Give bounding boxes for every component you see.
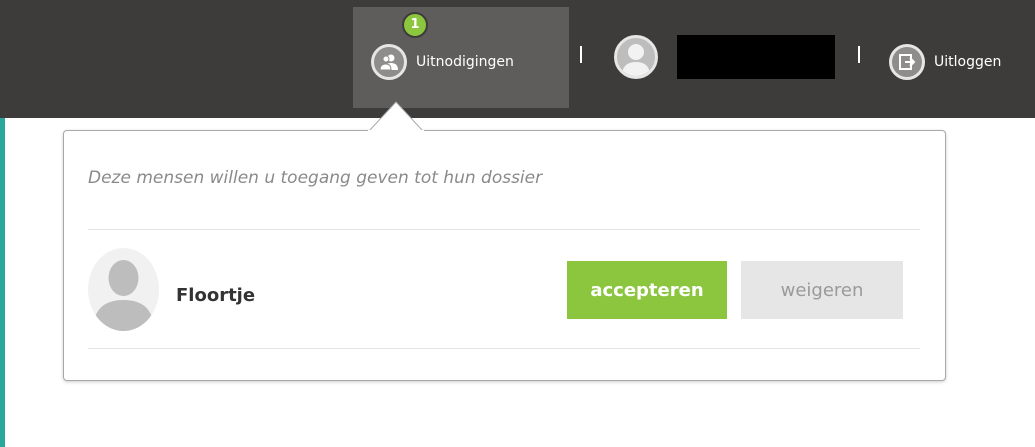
accept-button[interactable]: accepteren: [567, 261, 727, 319]
invitations-icon: [371, 44, 407, 80]
nav-logout[interactable]: Uitloggen: [889, 44, 1001, 80]
user-avatar[interactable]: [614, 35, 658, 79]
top-navigation-bar: Uitnodigingen 1 Uitloggen: [0, 0, 1035, 118]
invitations-popup: Deze mensen willen u toegang geven tot h…: [63, 130, 946, 381]
nav-invitations[interactable]: Uitnodigingen: [371, 44, 514, 80]
divider: [88, 229, 920, 230]
logout-icon: [889, 44, 925, 80]
invitations-label: Uitnodigingen: [416, 54, 514, 70]
person-name: Floortje: [176, 285, 256, 306]
separator: [858, 46, 860, 63]
popup-caret: [368, 101, 424, 133]
separator: [580, 46, 582, 63]
redacted-user-name: [677, 35, 835, 79]
divider: [88, 348, 920, 349]
popup-title: Deze mensen willen u toegang geven tot h…: [88, 168, 543, 188]
invitations-count-badge: 1: [402, 12, 428, 38]
decline-button[interactable]: weigeren: [741, 261, 903, 319]
left-accent-bar: [0, 118, 5, 447]
person-avatar: [88, 248, 159, 331]
logout-label: Uitloggen: [934, 54, 1002, 70]
